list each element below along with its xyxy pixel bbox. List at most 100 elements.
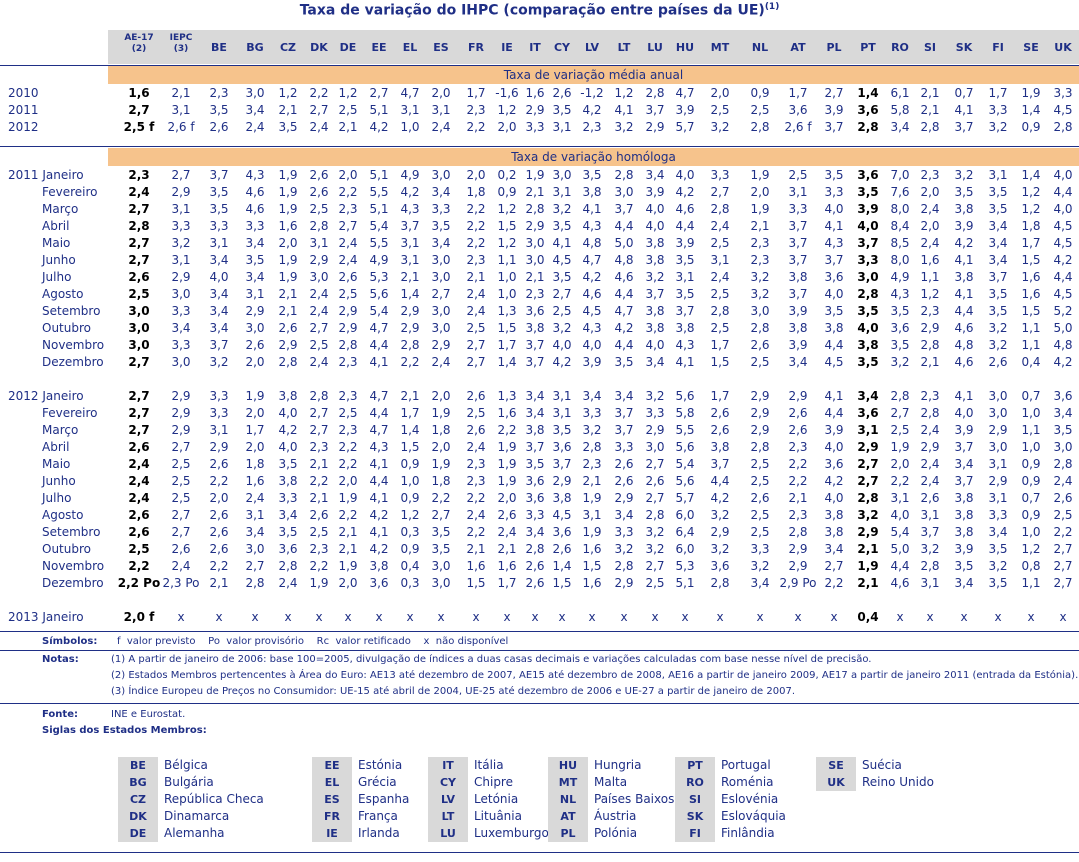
sigla-code: AT <box>548 808 588 825</box>
row-label: Dezembro <box>42 355 104 369</box>
row-label: Agosto <box>42 508 84 522</box>
sigla-item: BG Bulgária <box>118 774 214 791</box>
header-lv: LV <box>584 41 599 54</box>
table-row: Outubro 2,5 2,6 2,6 3,0 3,6 2,3 2,1 4,2 0,9 3,5 2,1… <box>0 541 1079 558</box>
row-label: Outubro <box>42 321 91 335</box>
fonte-text: INE e Eurostat. <box>111 709 186 720</box>
sigla-item: UK Reino Unido <box>816 774 934 791</box>
table-cell: 4,2 <box>1053 253 1073 267</box>
sigla-code: EE <box>312 757 352 774</box>
sigla-item: BE Bélgica <box>118 757 208 774</box>
sigla-code: EL <box>312 774 352 791</box>
header-be: BE <box>211 41 227 54</box>
table-cell: 2,7 <box>1053 576 1073 590</box>
sigla-name: República Checa <box>164 792 264 806</box>
header-ae17-label: AE-17 <box>124 33 154 43</box>
table-cell: 4,8 <box>1053 338 1073 352</box>
sigla-item: FR França <box>312 808 398 825</box>
sigla-code: NL <box>548 791 588 808</box>
row-label: Junho <box>42 253 76 267</box>
header-pt: PT <box>860 41 876 54</box>
page-title: Taxa de variação do IHPC (comparação ent… <box>299 2 780 19</box>
header-ee: EE <box>371 41 387 54</box>
sigla-name: Letónia <box>474 792 519 806</box>
row-label: Maio <box>42 457 71 471</box>
sigla-item: SI Eslovénia <box>675 791 778 808</box>
sigla-item: SE Suécia <box>816 757 902 774</box>
sigla-name: Irlanda <box>358 826 400 840</box>
sigla-name: Áustria <box>594 809 637 823</box>
sigla-item: FI Finlândia <box>675 825 775 842</box>
header-cy: CY <box>553 41 571 54</box>
band-homologa: Taxa de variação homóloga <box>108 148 1079 166</box>
row-label: 2011 <box>8 103 39 117</box>
row-label: Novembro <box>42 338 105 352</box>
row-label: Julho <box>42 270 72 284</box>
row-label: 2012 <box>8 120 39 134</box>
sigla-name: Países Baixos <box>594 792 675 806</box>
table-cell: 2,6 <box>1053 491 1073 505</box>
header-it: IT <box>529 41 541 54</box>
fonte-label: Fonte: <box>42 709 78 720</box>
sigla-code: CZ <box>118 791 158 808</box>
sigla-code: HU <box>548 757 588 774</box>
table-row: Dezembro 2,2 Po 2,3 Po 2,1 2,8 2,4 1,9 2,0 3,6 0,… <box>0 575 1079 592</box>
sigla-item: PL Polónia <box>548 825 637 842</box>
table-cell: 4,0 <box>1053 168 1073 182</box>
sigla-name: Reino Unido <box>862 775 934 789</box>
sigla-code: PT <box>675 757 715 774</box>
sigla-code: FR <box>312 808 352 825</box>
table-row: Dezembro 2,7 3,0 3,2 2,0 2,8 2,4 2,3 4,1 2,2 2,4 2,… <box>0 354 1079 371</box>
header-ie: IE <box>501 41 513 54</box>
table-row: Outubro 3,0 3,4 3,4 3,0 2,6 2,7 2,9 4,7 2,9 3,0 2,5… <box>0 320 1079 337</box>
header-se: SE <box>1023 41 1039 54</box>
table-row: Setembro 3,0 3,3 3,4 2,9 2,1 2,4 2,9 5,4 2,9 3,0 2,… <box>0 303 1079 320</box>
sigla-name: Lituânia <box>474 809 522 823</box>
sigla-item: RO Roménia <box>675 774 774 791</box>
table-row: 2012 Janeiro 2,7 2,9 3,3 1,9 3,8 2,8 2,3 4,7 2,1 2… <box>0 388 1079 405</box>
header-nl: NL <box>751 41 769 54</box>
row-label: Abril <box>42 440 70 454</box>
band-annual: Taxa de variação média anual <box>108 66 1079 84</box>
table-cell: 2,2 <box>1053 525 1073 539</box>
row-label: Março <box>42 202 79 216</box>
table-row: 2010 1,6 2,1 2,3 3,0 1,2 2,2 1,2 2,7 4,7 2,0 1,7 -1,… <box>0 85 1079 102</box>
sigla-item: DE Alemanha <box>118 825 225 842</box>
row-label: 2013 Janeiro <box>8 610 84 624</box>
table-cell: 2,7 <box>1053 559 1073 573</box>
table-cell: 4,5 <box>1053 236 1073 250</box>
row-label: Novembro <box>42 559 105 573</box>
sigla-name: Roménia <box>721 775 774 789</box>
sigla-code: BG <box>118 774 158 791</box>
header-si: SI <box>923 41 936 54</box>
table-cell: 4,5 <box>1053 219 1073 233</box>
sigla-code: PL <box>548 825 588 842</box>
header-ro: RO <box>891 41 909 54</box>
header-el: EL <box>402 41 418 54</box>
sigla-code: SE <box>816 757 856 774</box>
table-cell: x <box>1059 610 1067 624</box>
simbolos-label: Símbolos: <box>42 636 98 647</box>
sigla-code: SI <box>675 791 715 808</box>
header-sk: SK <box>955 41 973 54</box>
sigla-code: MT <box>548 774 588 791</box>
sigla-item: IE Irlanda <box>312 825 400 842</box>
sigla-item: EE Estónia <box>312 757 402 774</box>
table-cell: 3,6 <box>1053 389 1073 403</box>
header-bg: BG <box>246 41 264 54</box>
simbolos-text: f valor previsto Po valor provisório Rc … <box>117 636 509 647</box>
sigla-name: Alemanha <box>164 826 225 840</box>
row-label: Agosto <box>42 287 84 301</box>
nota-3: (3) Índice Europeu de Preços no Consumid… <box>111 686 796 697</box>
table-row: 2011 Janeiro 2,3 2,7 3,7 4,3 1,9 2,6 2,0 5,1 4,9 3… <box>0 167 1079 184</box>
sigla-name: Eslováquia <box>721 809 786 823</box>
divider <box>0 146 1079 147</box>
table-row: Março 2,7 2,9 3,1 1,7 4,2 2,7 2,3 4,7 1,4 1,8 2,6 2,… <box>0 422 1079 439</box>
sigla-name: Bulgária <box>164 775 214 789</box>
notas-label: Notas: <box>42 654 79 665</box>
header-dk: DK <box>310 41 328 54</box>
table-cell: 4,0 <box>1053 202 1073 216</box>
sigla-name: Grécia <box>358 775 397 789</box>
table-row: Julho 2,6 2,9 4,0 3,4 1,9 3,0 2,6 5,3 2,1 3,0 2,1 1,… <box>0 269 1079 286</box>
row-label: Dezembro <box>42 576 104 590</box>
